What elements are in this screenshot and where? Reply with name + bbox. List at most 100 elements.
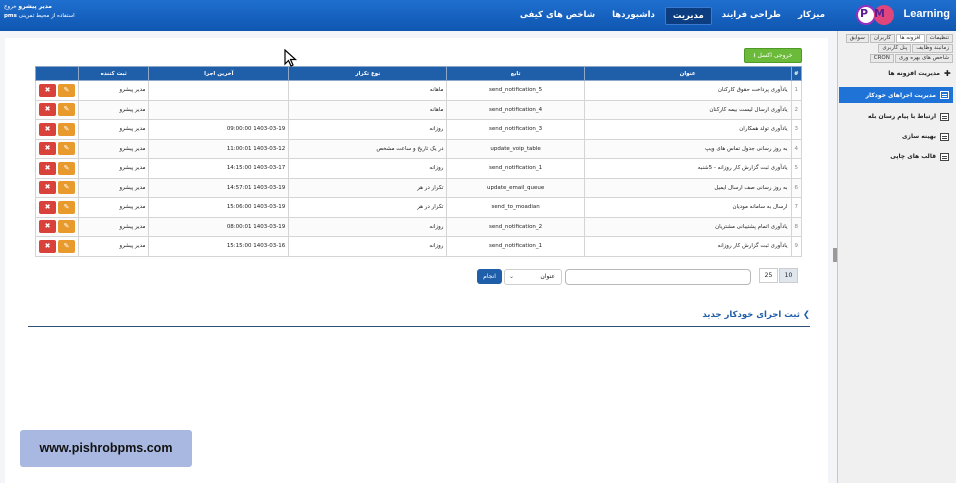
row-number: 9 — [790, 236, 802, 257]
edit-icon[interactable]: ✎ — [58, 181, 75, 195]
search-field-select[interactable]: ⌄ عنوان — [504, 269, 562, 285]
nav-management[interactable]: مدیریت — [664, 7, 712, 25]
row-title: به روز رسانی جدول تماس های ویپ — [583, 138, 792, 159]
table-row[interactable]: 1 یادآوری پرداخت حقوق کارکنان send_notific… — [35, 80, 802, 101]
row-repeat: ماهانه — [288, 80, 448, 101]
tab-cron[interactable]: CRON — [869, 54, 894, 63]
row-repeat: ماهانه — [288, 99, 448, 120]
section-divider — [28, 326, 810, 327]
row-actions: ✎ ✖ — [35, 99, 79, 120]
menu-item-bale[interactable]: ارتباط با پیام رسان بله — [839, 110, 953, 123]
row-actions: ✎ ✖ — [35, 158, 79, 179]
edit-icon[interactable]: ✎ — [58, 103, 75, 117]
user-name[interactable]: مدیر پیشرو — [18, 3, 52, 10]
col-function[interactable]: تابع — [446, 66, 585, 81]
edit-icon[interactable]: ✎ — [58, 142, 75, 156]
table-row[interactable]: 5 یادآوری ثبت گزارش کار روزانه - 5شنبه sen… — [35, 158, 802, 179]
delete-icon[interactable]: ✖ — [39, 122, 56, 136]
logout-link[interactable]: خروج — [4, 4, 17, 10]
delete-icon[interactable]: ✖ — [39, 142, 56, 156]
delete-icon[interactable]: ✖ — [39, 220, 56, 234]
table-row[interactable]: 4 به روز رسانی جدول تماس های ویپ update_vo… — [35, 138, 802, 159]
table-row[interactable]: 7 ارسال به سامانه مودیان send_to_moadian تک… — [35, 197, 802, 218]
edit-icon[interactable]: ✎ — [58, 200, 75, 214]
row-title: به روز رسانی صف ارسال ایمیل — [583, 177, 792, 198]
sidebar-splitter[interactable] — [833, 248, 837, 262]
new-auto-run-toggle[interactable]: ثبت اجرای خودکار جدید ❮ — [630, 310, 810, 320]
table-row[interactable]: 2 یادآوری ارسال لیست بیمه کارکنان send_not… — [35, 99, 802, 120]
row-number: 2 — [790, 99, 802, 120]
tab-history[interactable]: سوابق — [845, 34, 869, 43]
row-number: 8 — [790, 216, 802, 237]
delete-icon[interactable]: ✖ — [39, 161, 56, 175]
tab-productivity[interactable]: شاخص های بهره وری — [894, 54, 953, 63]
delete-icon[interactable]: ✖ — [39, 83, 56, 97]
col-registrar[interactable]: ثبت کننده — [77, 66, 150, 81]
user-subtitle: استفاده از محیط تمرینی — [18, 13, 75, 19]
delete-icon[interactable]: ✖ — [39, 103, 56, 117]
menu-item-auto-runs[interactable]: مدیریت اجراهای خودکار — [839, 87, 953, 103]
row-repeat: تکرار در هر — [288, 197, 448, 218]
table-row[interactable]: 8 یادآوری اتمام پشتیبانی مشتریان send_noti… — [35, 216, 802, 237]
edit-icon[interactable]: ✎ — [58, 239, 75, 253]
search-input[interactable] — [565, 269, 751, 285]
tab-settings[interactable]: تنظیمات — [925, 34, 953, 43]
sidebar-tabs: تنظیمات افزونه ها کاربران سوابق زمانبند … — [839, 34, 953, 64]
puzzle-icon: ✚ — [944, 68, 951, 78]
col-number[interactable]: # — [790, 66, 802, 81]
edit-icon[interactable]: ✎ — [58, 161, 75, 175]
nav-quality-indicators[interactable]: شاخص های کیفی — [513, 7, 602, 25]
tab-task-scheduler[interactable]: زمانبند وظایف — [912, 44, 953, 53]
table-row[interactable]: 9 یادآوری ثبت گزارش کار روزانه send_notifi… — [35, 236, 802, 257]
page-size-10[interactable]: 10 — [779, 268, 798, 283]
download-icon: ⭳ — [753, 52, 756, 59]
nav-desk[interactable]: میزکار — [791, 7, 832, 25]
col-last-run[interactable]: آخرین اجرا — [148, 66, 290, 81]
logo[interactable]: PM Learning — [854, 4, 950, 26]
row-function: send_notification_1 — [446, 158, 585, 179]
delete-icon[interactable]: ✖ — [39, 239, 56, 253]
row-function: send_notification_1 — [446, 236, 585, 257]
row-registrar: مدیر پیشرو — [77, 197, 150, 218]
table-row[interactable]: 3 یادآوری تولد همکاران send_notification_3… — [35, 119, 802, 140]
nav-process-design[interactable]: طراحی فرایند — [715, 7, 788, 25]
row-actions: ✎ ✖ — [35, 236, 79, 257]
edit-icon[interactable]: ✎ — [58, 122, 75, 136]
row-function: send_notification_2 — [446, 216, 585, 237]
row-registrar: مدیر پیشرو — [77, 138, 150, 159]
col-repeat[interactable]: نوع تکرار — [288, 66, 448, 81]
table-row[interactable]: 6 به روز رسانی صف ارسال ایمیل update_email… — [35, 177, 802, 198]
row-function: send_notification_3 — [446, 119, 585, 140]
page-size-selector: 25 10 — [759, 268, 798, 283]
row-repeat: در یک تاریخ و ساعت مشخص — [288, 138, 448, 159]
row-last-run: 1403-03-19 14:57:01 — [148, 177, 290, 198]
chevron-left-icon: ❮ — [802, 310, 810, 320]
edit-icon[interactable]: ✎ — [58, 83, 75, 97]
row-registrar: مدیر پیشرو — [77, 177, 150, 198]
delete-icon[interactable]: ✖ — [39, 181, 56, 195]
top-bar: PM Learning میزکار طراحی فرایند مدیریت د… — [0, 0, 956, 31]
row-repeat: روزانه — [288, 216, 448, 237]
row-function: send_to_moadian — [446, 197, 585, 218]
col-title[interactable]: عنوان — [583, 66, 792, 81]
row-number: 6 — [790, 177, 802, 198]
row-last-run — [148, 99, 290, 120]
menu-heading: ✚ مدیریت افزونه ها — [839, 67, 953, 80]
menu-item-print-templates[interactable]: قالب های چاپی — [839, 150, 953, 163]
menu-item-optimize[interactable]: بهینه سازی — [839, 130, 953, 143]
tab-plugins[interactable]: افزونه ها — [895, 34, 925, 43]
page-size-25[interactable]: 25 — [759, 268, 778, 283]
row-actions: ✎ ✖ — [35, 177, 79, 198]
row-function: send_notification_5 — [446, 80, 585, 101]
export-excel-button[interactable]: ⭳ خروجی اکسل — [744, 48, 802, 63]
nav-dashboards[interactable]: داشبوردها — [605, 7, 662, 25]
tab-users[interactable]: کاربران — [869, 34, 895, 43]
row-function: update_voip_table — [446, 138, 585, 159]
row-last-run: 1403-03-19 08:00:01 — [148, 216, 290, 237]
delete-icon[interactable]: ✖ — [39, 200, 56, 214]
row-number: 3 — [790, 119, 802, 140]
row-last-run: 1403-03-12 11:00:01 — [148, 138, 290, 159]
tab-user-panel[interactable]: پنل کاربری — [878, 44, 912, 53]
search-button[interactable]: انجام — [477, 269, 502, 284]
edit-icon[interactable]: ✎ — [58, 220, 75, 234]
